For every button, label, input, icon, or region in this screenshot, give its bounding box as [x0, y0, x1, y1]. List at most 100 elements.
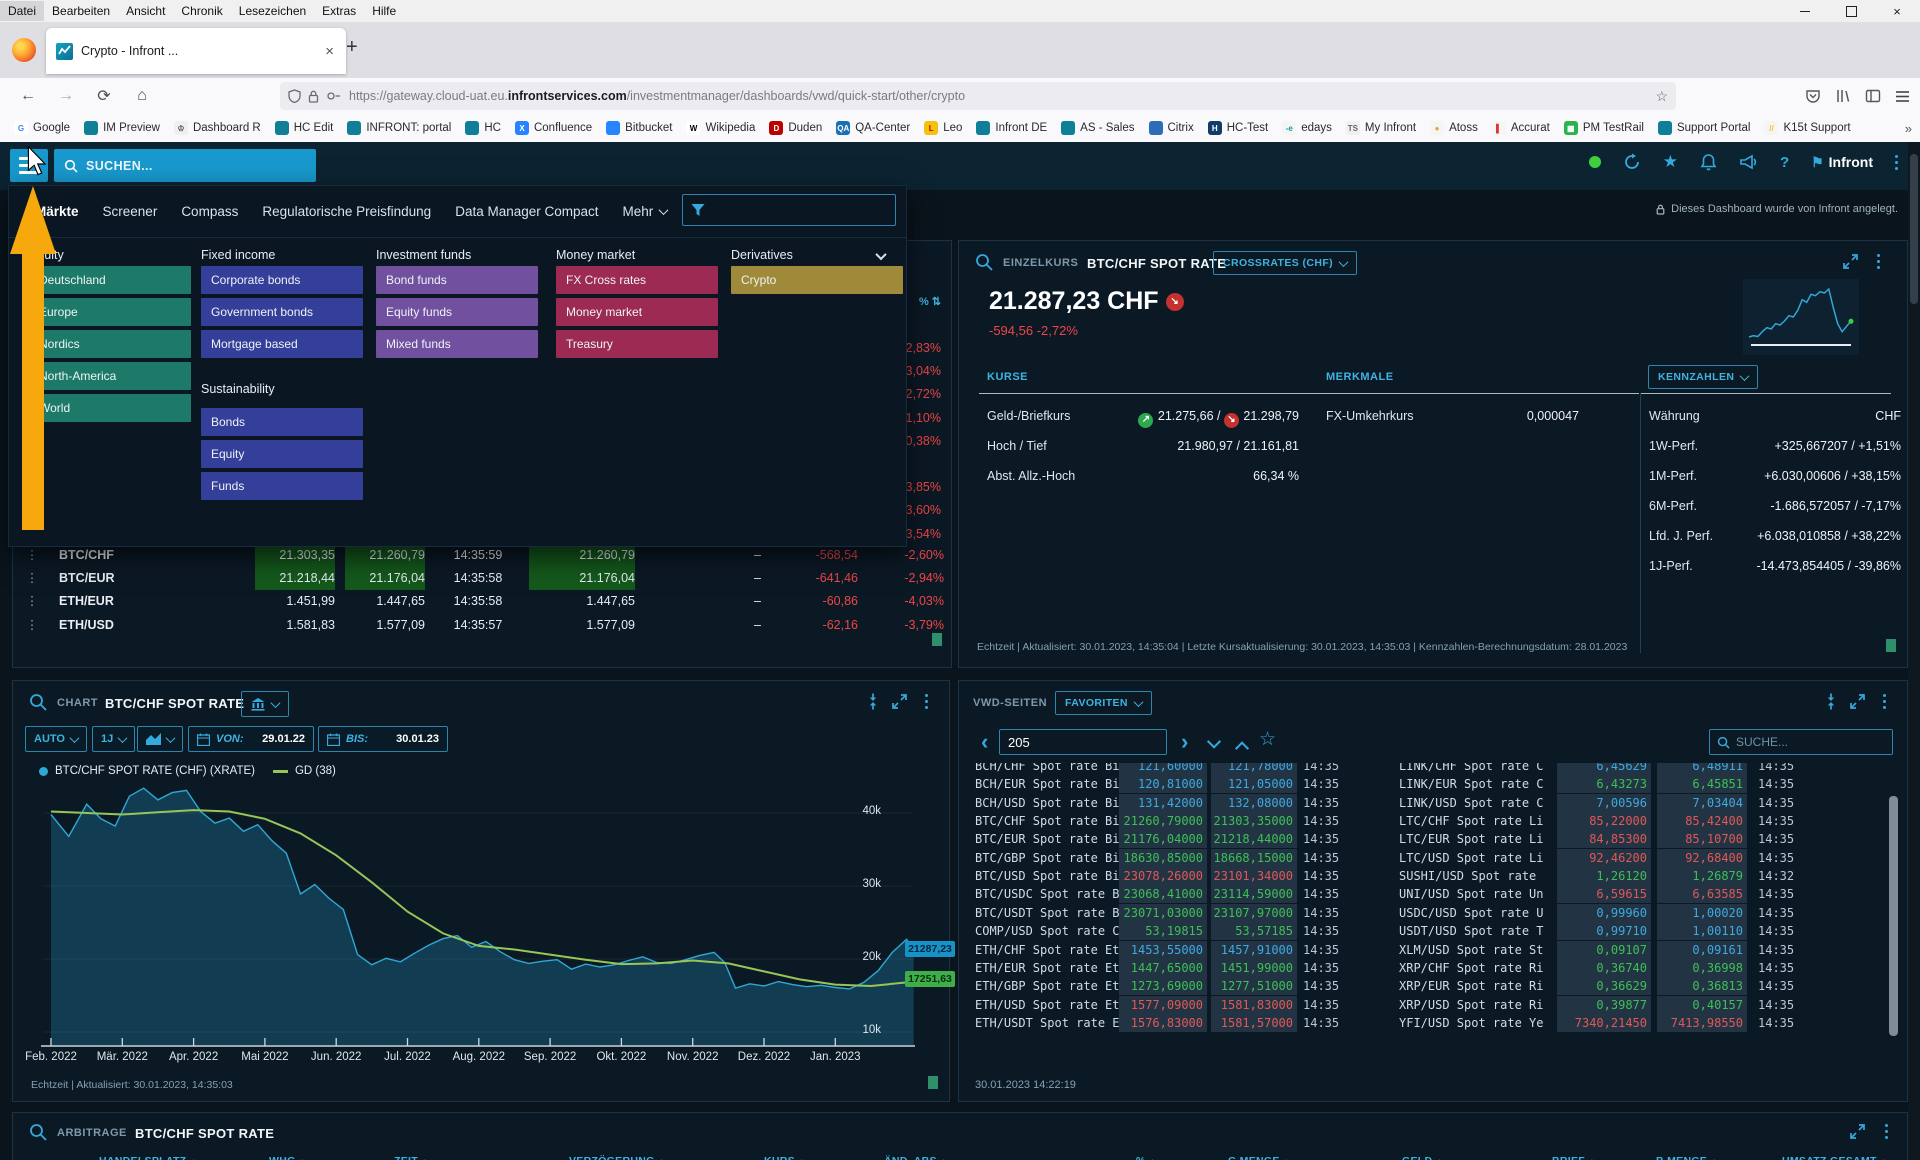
expand-icon[interactable]	[1842, 253, 1859, 270]
exchange-dropdown[interactable]	[241, 691, 289, 717]
bookmarks-overflow-icon[interactable]: »	[1905, 121, 1912, 136]
scale-auto-dropdown[interactable]: AUTO	[25, 726, 87, 752]
column-header-verz-gerung[interactable]: VERZÖGERUNG▲	[569, 1155, 666, 1160]
column-header--nd-abs[interactable]: ÄND. ABS▲	[884, 1155, 948, 1160]
menubar-item-datei[interactable]: Datei	[0, 1, 44, 21]
home-icon[interactable]: ⌂	[132, 87, 152, 105]
bookmark-item[interactable]: //K15t Support	[1764, 121, 1850, 135]
vwd-search-input[interactable]: SUCHE...	[1709, 729, 1893, 755]
column-header-g-menge[interactable]: G.MENGE▲	[1228, 1155, 1291, 1160]
vwd-row[interactable]: BTC/EUR Spot rate Bi21176,0400021218,440…	[959, 830, 1889, 848]
chart-type-dropdown[interactable]	[137, 726, 183, 752]
bookmark-star-icon[interactable]: ☆	[1655, 88, 1668, 105]
favorites-star-icon[interactable]: ★	[1663, 152, 1678, 172]
menu-item-treasury[interactable]: Treasury	[556, 330, 718, 358]
column-header-kurs[interactable]: KURS▲	[764, 1155, 806, 1160]
pocket-icon[interactable]	[1805, 88, 1821, 104]
menu-item-crypto[interactable]: Crypto	[731, 266, 903, 294]
menu-tab-compass[interactable]: Compass	[181, 204, 238, 219]
favorite-star-icon[interactable]: ☆	[1259, 728, 1276, 751]
table-row[interactable]: ⋮ETH/EUR1.451,991.447,6514:35:581.447,65…	[13, 590, 951, 613]
expand-icon[interactable]	[1849, 693, 1866, 710]
pct-column-header[interactable]: % ⇅	[919, 295, 941, 308]
notifications-bell-icon[interactable]	[1700, 153, 1717, 171]
vwd-row[interactable]: BCH/USD Spot rate Bi131,42000132,0800014…	[959, 794, 1889, 812]
bookmark-item[interactable]: ●Atoss	[1430, 121, 1478, 135]
vwd-row[interactable]: ETH/USDT Spot rate E1576,830001581,57000…	[959, 1014, 1889, 1032]
bookmark-item[interactable]: -eedays	[1282, 121, 1332, 135]
menu-item-equity[interactable]: Equity	[201, 440, 363, 468]
browser-tab[interactable]: Crypto - Infront ... ×	[46, 28, 346, 74]
vwd-scrollbar[interactable]	[1889, 796, 1898, 1036]
period-dropdown[interactable]: 1J	[92, 726, 135, 752]
menu-item-equity-funds[interactable]: Equity funds	[376, 298, 538, 326]
crossrates-dropdown[interactable]: CROSSRATES (CHF)	[1213, 251, 1357, 275]
vwd-row[interactable]: BTC/USDT Spot rate B23071,0300023107,970…	[959, 904, 1889, 922]
library-icon[interactable]	[1835, 88, 1851, 104]
table-row[interactable]: ⋮BTC/EUR21.218,4421.176,0414:35:5821.176…	[13, 567, 951, 590]
bookmark-item[interactable]: WWikipedia	[686, 121, 755, 135]
column-header-brief[interactable]: BRIEF▲	[1552, 1155, 1596, 1160]
menu-filter-input[interactable]	[682, 194, 896, 226]
bookmark-item[interactable]: GGoogle	[14, 121, 70, 135]
bookmark-item[interactable]: HC Edit	[275, 121, 334, 135]
table-row[interactable]: ⋮BTC/CHF21.303,3521.260,7914:35:5921.260…	[13, 544, 951, 567]
menu-tab-screener[interactable]: Screener	[103, 204, 158, 219]
page-prev-icon[interactable]: ‹	[981, 729, 988, 755]
column-header-umsatz-gesamt[interactable]: UMSATZ GESAMT▲	[1782, 1155, 1888, 1160]
menubar-item-ansicht[interactable]: Ansicht	[118, 1, 173, 21]
vwd-row[interactable]: BTC/USDC Spot rate B23068,4100023114,590…	[959, 885, 1889, 903]
vwd-row[interactable]: BTC/GBP Spot rate Bi18630,8500018668,150…	[959, 849, 1889, 867]
menu-item-fx-cross-rates[interactable]: FX Cross rates	[556, 266, 718, 294]
global-search-input[interactable]: SUCHEN...	[54, 149, 316, 182]
bookmark-item[interactable]: ▦PM TestRail	[1564, 121, 1644, 135]
close-button[interactable]: ×	[1874, 0, 1920, 22]
collapse-icon[interactable]	[865, 693, 881, 710]
help-icon[interactable]: ?	[1780, 154, 1789, 171]
menu-item-bond-funds[interactable]: Bond funds	[376, 266, 538, 294]
vwd-row[interactable]: ETH/GBP Spot rate Et1273,690001277,51000…	[959, 977, 1889, 995]
forward-icon[interactable]: →	[56, 87, 76, 105]
column-header-handelsplatz[interactable]: HANDELSPLATZ▲	[99, 1155, 198, 1160]
menu-item-money-market[interactable]: Money market	[556, 298, 718, 326]
vwd-row[interactable]: ETH/USD Spot rate Et1577,090001581,83000…	[959, 996, 1889, 1014]
bookmark-item[interactable]: DDuden	[769, 121, 822, 135]
url-bar[interactable]: https://gateway.cloud-uat.eu.infrontserv…	[280, 82, 1676, 110]
panel-kebab-icon[interactable]	[925, 694, 928, 709]
panel-kebab-icon[interactable]	[1877, 254, 1880, 269]
menubar-item-hilfe[interactable]: Hilfe	[364, 1, 404, 21]
announcements-megaphone-icon[interactable]	[1739, 154, 1758, 171]
menu-item-funds[interactable]: Funds	[201, 472, 363, 500]
menu-item-mortgage-based[interactable]: Mortgage based	[201, 330, 363, 358]
maximize-button[interactable]	[1828, 0, 1874, 22]
menu-tab-mehr[interactable]: Mehr	[623, 204, 668, 219]
menu-item-bonds[interactable]: Bonds	[201, 408, 363, 436]
menubar-item-extras[interactable]: Extras	[314, 1, 364, 21]
expand-icon[interactable]	[891, 693, 908, 710]
menu-item-mixed-funds[interactable]: Mixed funds	[376, 330, 538, 358]
app-menu-icon[interactable]	[1895, 90, 1910, 103]
bookmark-item[interactable]: Bitbucket	[606, 121, 672, 135]
bookmark-item[interactable]: XConfluence	[515, 121, 592, 135]
chevron-down-icon[interactable]	[875, 249, 886, 260]
menu-tab-data-manager-compact[interactable]: Data Manager Compact	[455, 204, 598, 219]
column-header-zeit[interactable]: ZEIT▲	[394, 1155, 429, 1160]
favorites-dropdown[interactable]: FAVORITEN	[1055, 691, 1152, 715]
new-tab-button[interactable]: +	[346, 36, 358, 59]
firefox-icon[interactable]	[12, 38, 36, 62]
table-row[interactable]: ⋮ETH/USD1.581,831.577,0914:35:571.577,09…	[13, 614, 951, 637]
toolbar-kebab-icon[interactable]	[1895, 155, 1898, 170]
column-header-geld[interactable]: GELD▲	[1402, 1155, 1444, 1160]
expand-icon[interactable]	[1849, 1123, 1866, 1140]
vwd-row[interactable]: ETH/CHF Spot rate Et1453,550001457,91000…	[959, 941, 1889, 959]
menu-item-corporate-bonds[interactable]: Corporate bonds	[201, 266, 363, 294]
bookmark-item[interactable]: TSMy Infront	[1346, 121, 1416, 135]
bookmark-item[interactable]: HC	[465, 121, 501, 135]
menubar-item-lesezeichen[interactable]: Lesezeichen	[231, 1, 314, 21]
vwd-row[interactable]: BCH/CHF Spot rate Bi121,60000121,7800014…	[959, 763, 1889, 775]
minimize-button[interactable]	[1782, 0, 1828, 22]
collapse-icon[interactable]	[1823, 693, 1839, 710]
date-from-field[interactable]: VON: 29.01.22	[188, 726, 314, 752]
sidebar-icon[interactable]	[1865, 88, 1881, 104]
bookmark-item[interactable]: Infront DE	[976, 121, 1047, 135]
